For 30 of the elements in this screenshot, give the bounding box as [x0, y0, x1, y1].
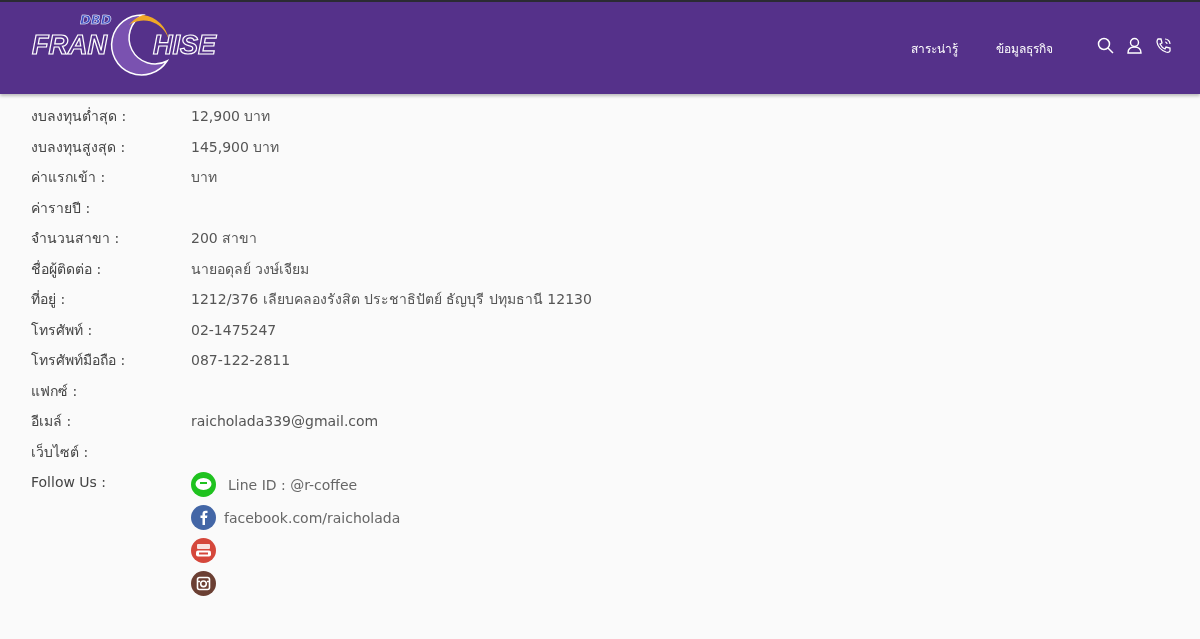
- logo-text: FRAN: [32, 30, 107, 61]
- field-label: จำนวนสาขา :: [31, 230, 121, 246]
- field-label: งบลงทุนสูงสุด :: [31, 138, 127, 155]
- field-value: นายอดุลย์ วงษ์เจียม: [191, 260, 310, 277]
- field-label: Follow Us :: [31, 474, 108, 490]
- field-label: โทรศัพท์มือถือ :: [31, 352, 127, 368]
- field-label: ที่อยู่ :: [31, 291, 67, 307]
- field-label: เว็บไซต์ :: [31, 443, 90, 460]
- field-value: 087-122-2811: [191, 352, 291, 368]
- field-label: ชื่อผู้ติดต่อ :: [31, 260, 103, 277]
- field-value: 02-1475247: [191, 321, 277, 338]
- logo[interactable]: DBD FRAN HISE: [32, 11, 217, 81]
- field-label: โทรศัพท์ :: [31, 321, 94, 338]
- nav-link[interactable]: ข้อมูลธุรกิจ: [996, 38, 1053, 58]
- field-label: งบลงทุนต่ำสุด :: [31, 108, 128, 124]
- nav-link[interactable]: สาระน่ารู้: [911, 38, 958, 58]
- social-link[interactable]: facebook.com/raicholada: [224, 509, 401, 526]
- field-value: 1212/376 เลียบคลองรังสิต ประชาธิปัตย์ ธัญบุรี ปทุมธานี 12130: [191, 291, 592, 307]
- field-label: อีเมล์ :: [31, 413, 73, 429]
- field-value: 145,900 บาท: [191, 138, 280, 155]
- field-value: 12,900 บาท: [191, 108, 271, 124]
- field-label: ค่าแรกเข้า :: [31, 169, 107, 185]
- field-value: 200 สาขา: [191, 230, 258, 246]
- field-value: raicholada339@gmail.com: [191, 413, 379, 429]
- field-label: แฟกซ์ :: [31, 382, 79, 399]
- field-label: ค่ารายปี :: [31, 199, 92, 216]
- field-value: บาท: [191, 169, 217, 185]
- logo-text: HISE: [153, 30, 217, 61]
- social-link[interactable]: Line ID : @r-coffee: [228, 476, 358, 493]
- logo-text: DBD: [80, 11, 113, 27]
